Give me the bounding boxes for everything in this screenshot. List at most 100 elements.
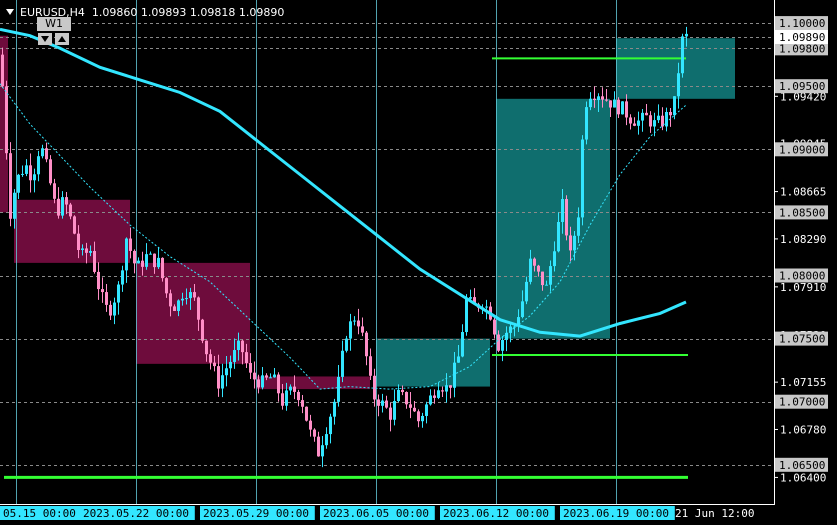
candle-body [265, 375, 268, 378]
candle-body [465, 298, 468, 333]
candle-body [561, 199, 564, 222]
candle-body [185, 298, 188, 300]
price-tag-label: 1.06500 [779, 459, 825, 472]
candle-body [301, 400, 304, 407]
candle-body [237, 340, 240, 351]
candle-body [641, 112, 644, 121]
candle-body [41, 148, 44, 157]
candle-body [269, 377, 272, 379]
candle-body [145, 254, 148, 267]
candle-body [165, 278, 168, 294]
candle-body [221, 375, 224, 389]
current-price-label: 1.09890 [779, 31, 825, 44]
candle-body [509, 326, 512, 333]
candle-body [157, 257, 160, 268]
candle-body [233, 350, 236, 362]
candle-body [317, 436, 320, 457]
menu-triangle-icon[interactable] [6, 9, 14, 15]
candle-body [213, 362, 216, 367]
candle-body [297, 391, 300, 401]
y-tick-label: 1.07910 [780, 281, 826, 294]
price-tag-label: 1.08500 [779, 206, 825, 219]
candle-body [469, 297, 472, 299]
candle-body [293, 386, 296, 392]
candle-body [49, 159, 52, 184]
candle-body [405, 392, 408, 405]
triangle-up-icon [58, 36, 66, 42]
candle-body [261, 375, 264, 388]
nav-up-button[interactable] [55, 33, 69, 45]
y-tick-label: 1.07155 [780, 376, 826, 389]
candle-body [613, 99, 616, 108]
candle-body [393, 401, 396, 420]
candle-body [281, 393, 284, 406]
candle-body [341, 350, 344, 377]
candle-body [577, 217, 580, 236]
candle-body [633, 123, 636, 126]
candle-body [657, 115, 660, 121]
candle-body [25, 165, 28, 174]
candle-body [217, 366, 220, 389]
candle-body [425, 404, 428, 416]
y-tick-label: 1.06780 [780, 423, 826, 436]
candle-body [537, 265, 540, 272]
candle-body [637, 120, 640, 126]
y-tick-label: 1.08665 [780, 186, 826, 199]
candle-body [589, 98, 592, 108]
candle-body [409, 404, 412, 408]
chart-window: 1.094201.090451.086651.082901.079101.075… [0, 0, 837, 525]
candle-body [225, 368, 228, 376]
candle-body [305, 406, 308, 421]
candle-body [229, 361, 232, 369]
candle-body [497, 334, 500, 351]
candle-body [345, 338, 348, 351]
candle-body [385, 400, 388, 408]
candle-body [541, 271, 544, 286]
zone-teal [376, 338, 490, 387]
candle-body [69, 204, 72, 217]
candle-body [597, 96, 600, 101]
y-tick-label: 1.08290 [780, 233, 826, 246]
candle-body [565, 199, 568, 236]
time-tag-label: 2023.06.12 00:00 [443, 507, 549, 520]
candle-body [361, 326, 364, 333]
candle-body [669, 111, 672, 116]
candle-body [33, 174, 36, 181]
candle-body [329, 416, 332, 435]
candle-body [521, 301, 524, 318]
candle-body [549, 266, 552, 285]
time-tag-label: 2023.06.19 00:00 [563, 507, 669, 520]
price-axis-border [774, 0, 775, 505]
nav-down-button[interactable] [38, 33, 52, 45]
candle-body [277, 374, 280, 394]
candle-body [437, 390, 440, 398]
price-tag-label: 1.09500 [779, 80, 825, 93]
price-tag-label: 1.08000 [779, 270, 825, 283]
candle-body [89, 251, 92, 253]
candle-body [677, 73, 680, 97]
candle-body [37, 156, 40, 175]
candle-body [461, 332, 464, 357]
candle-body [253, 372, 256, 380]
candle-body [325, 434, 328, 446]
candle-body [585, 107, 588, 140]
candle-body [85, 248, 88, 253]
candle-body [121, 270, 124, 285]
candle-body [621, 101, 624, 115]
candle-body [109, 304, 112, 316]
candle-body [173, 306, 176, 311]
candle-body [581, 139, 584, 218]
candle-body [13, 192, 16, 219]
candle-body [485, 306, 488, 308]
candle-body [605, 99, 608, 101]
candle-body [257, 379, 260, 388]
candle-body [309, 420, 312, 430]
price-tag-label: 1.07000 [779, 396, 825, 409]
candle-body [65, 197, 68, 205]
candle-body [249, 363, 252, 373]
candle-body [369, 356, 372, 376]
candle-body [389, 407, 392, 420]
time-tag-label: 05.15 00:00 [3, 507, 76, 520]
price-chart[interactable]: 1.094201.090451.086651.082901.079101.075… [0, 0, 837, 525]
timeframe-badge[interactable]: W1 [37, 17, 71, 47]
